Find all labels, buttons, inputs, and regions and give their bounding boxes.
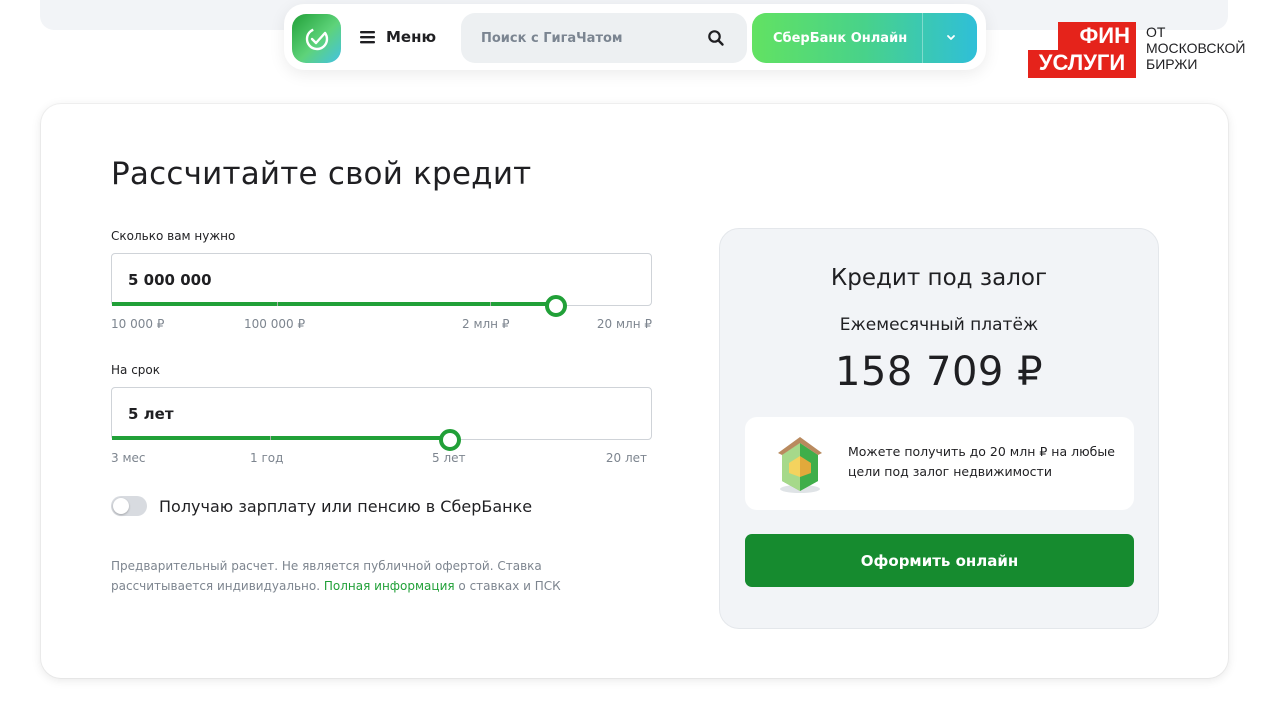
- term-slider-handle[interactable]: [439, 429, 461, 451]
- credit-calculator-card: Рассчитайте свой кредит Сколько вам нужн…: [41, 104, 1228, 678]
- monthly-payment-amount: 158 709 ₽: [834, 349, 1044, 395]
- term-label: На срок: [111, 363, 160, 377]
- amount-scale-100k: 100 000 ₽: [244, 317, 306, 331]
- finuslugi-line2: УСЛУГИ: [1028, 50, 1136, 78]
- finuslugi-line1: ФИН: [1058, 22, 1136, 50]
- salary-toggle-row: Получаю зарплату или пенсию в СберБанке: [111, 496, 532, 516]
- finuslugi-tagline-1: ОТ: [1146, 24, 1166, 40]
- salary-toggle-label[interactable]: Получаю зарплату или пенсию в СберБанке: [159, 497, 532, 516]
- finuslugi-mark: ФИН УСЛУГИ: [1028, 22, 1136, 78]
- menu-icon: [360, 31, 375, 44]
- search-box: [461, 13, 747, 63]
- result-title: Кредит под залог: [830, 265, 1048, 291]
- menu-button[interactable]: Меню: [360, 22, 436, 52]
- amount-field[interactable]: 5 000 000: [111, 253, 653, 317]
- chevron-down-icon[interactable]: [944, 30, 958, 44]
- amount-slider-handle[interactable]: [545, 295, 567, 317]
- slider-tick: [270, 436, 271, 440]
- search-icon[interactable]: [707, 29, 725, 47]
- finuslugi-tagline: ОТ МОСКОВСКОЙ БИРЖИ: [1146, 24, 1266, 72]
- term-scale-min: 3 мес: [111, 451, 146, 465]
- amount-scale-2m: 2 млн ₽: [462, 317, 510, 331]
- toggle-knob: [113, 498, 129, 514]
- result-panel: Кредит под залог Ежемесячный платёж 158 …: [719, 228, 1159, 629]
- button-divider: [922, 13, 923, 63]
- slider-tick: [277, 302, 278, 306]
- salary-toggle[interactable]: [111, 496, 147, 516]
- promo-banner: Можете получить до 20 млн ₽ на любые цел…: [745, 417, 1134, 510]
- sber-logo-button[interactable]: [292, 14, 341, 63]
- menu-label: Меню: [386, 28, 437, 46]
- page: Меню СберБанк Онлайн ФИН УСЛУГИ ОТ МОСКО…: [0, 0, 1272, 716]
- term-scale-5y: 5 лет: [432, 451, 466, 465]
- term-field[interactable]: 5 лет: [111, 387, 653, 451]
- slider-tick: [490, 302, 491, 306]
- sberbank-online-label: СберБанк Онлайн: [773, 30, 908, 46]
- apply-online-button[interactable]: Оформить онлайн: [745, 534, 1134, 587]
- amount-scale: 10 000 ₽ 100 000 ₽ 2 млн ₽ 20 млн ₽: [111, 317, 652, 333]
- amount-value: 5 000 000: [128, 271, 212, 289]
- sberbank-online-button[interactable]: СберБанк Онлайн: [752, 13, 977, 63]
- house-3d-icon: [778, 437, 822, 493]
- full-info-link[interactable]: Полная информация: [324, 579, 455, 593]
- amount-label: Сколько вам нужно: [111, 229, 236, 243]
- sber-logo-icon: [305, 27, 328, 50]
- term-scale: 3 мес 1 год 5 лет 20 лет: [111, 451, 652, 467]
- disclaimer: Предварительный расчет. Не является публ…: [111, 556, 591, 596]
- result-subtitle: Ежемесячный платёж: [839, 315, 1039, 335]
- amount-scale-min: 10 000 ₽: [111, 317, 165, 331]
- calculator-title: Рассчитайте свой кредит: [111, 156, 532, 192]
- finuslugi-tagline-3: БИРЖИ: [1146, 56, 1198, 72]
- term-scale-max: 20 лет: [605, 451, 647, 465]
- amount-scale-max: 20 млн ₽: [596, 317, 652, 331]
- search-input[interactable]: [481, 30, 701, 46]
- promo-text: Можете получить до 20 млн ₽ на любые цел…: [848, 444, 1115, 479]
- term-scale-1y: 1 год: [250, 451, 284, 465]
- term-slider-track[interactable]: [112, 436, 653, 440]
- amount-slider-track[interactable]: [112, 302, 653, 306]
- finuslugi-tagline-2: МОСКОВСКОЙ: [1146, 40, 1246, 56]
- top-navigation-bar: Меню СберБанк Онлайн: [284, 4, 986, 70]
- disclaimer-text-end: о ставках и ПСК: [454, 579, 561, 593]
- term-value: 5 лет: [128, 405, 174, 423]
- term-slider-fill: [112, 436, 450, 440]
- finuslugi-logo[interactable]: ФИН УСЛУГИ ОТ МОСКОВСКОЙ БИРЖИ: [1028, 22, 1268, 78]
